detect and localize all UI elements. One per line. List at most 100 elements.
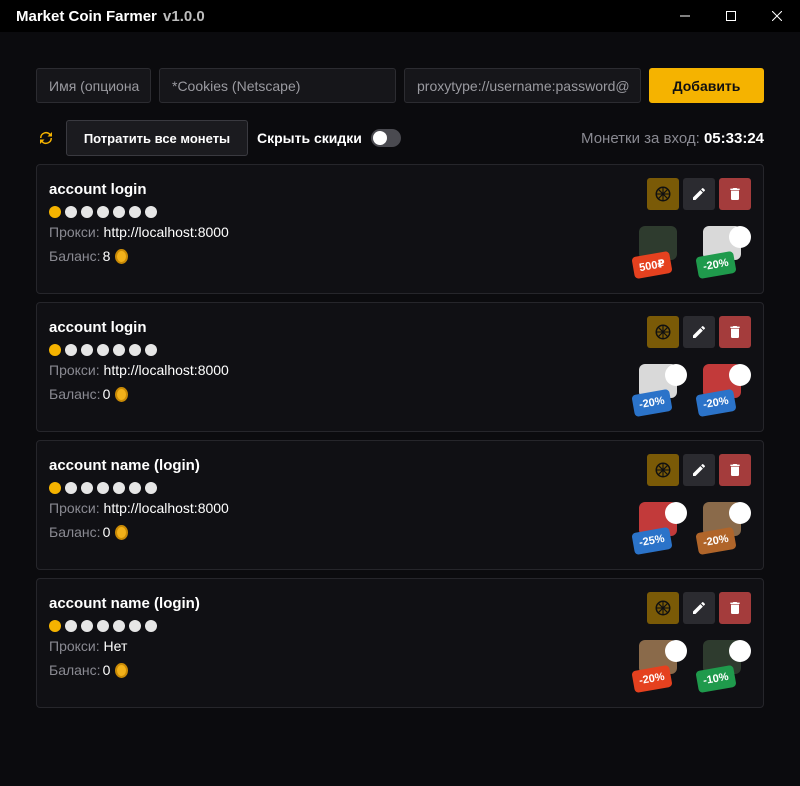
title-bar: Market Coin Farmer v1.0.0 [0, 0, 800, 32]
streak-dot [129, 344, 141, 356]
proxy-label: Прокси: [49, 638, 104, 654]
streak-dot [129, 620, 141, 632]
brand-logo [665, 502, 687, 524]
balance-line: Баланс: 0 [49, 662, 129, 678]
streak-dot [97, 344, 109, 356]
balance-label: Баланс: [49, 248, 101, 264]
hide-discounts-toggle[interactable] [370, 129, 401, 147]
streak-dot [129, 482, 141, 494]
toggle-knob [372, 131, 387, 145]
app-title-text: Market Coin Farmer [16, 7, 157, 25]
reward-thumbnail[interactable]: -25% [629, 498, 687, 556]
pencil-icon [693, 187, 705, 200]
brand-logo [729, 226, 751, 248]
reward-thumbnail[interactable]: 500₽ [629, 222, 687, 280]
account-name: account login [49, 319, 147, 336]
wheel-button[interactable] [647, 178, 679, 210]
proxy-value: Нет [103, 638, 128, 654]
brand-logo [729, 364, 751, 386]
reward-thumbnail[interactable]: -20% [629, 360, 687, 418]
cookies-input[interactable]: *Cookies (Netscape) [159, 68, 396, 103]
edit-button[interactable] [683, 178, 715, 210]
refresh-icon[interactable] [36, 128, 56, 148]
reward-thumbnail[interactable]: -20% [693, 222, 751, 280]
edit-button[interactable] [683, 592, 715, 624]
login-streak [49, 482, 161, 494]
reward-thumbnails: -25% -20% [623, 498, 751, 556]
streak-dot [113, 206, 125, 218]
balance-label: Баланс: [49, 662, 101, 678]
balance-line: Баланс: 8 [49, 248, 129, 264]
discount-tag: -20% [695, 388, 737, 418]
window-controls [662, 0, 800, 32]
card-actions [643, 178, 751, 210]
edit-button[interactable] [683, 454, 715, 486]
streak-dot [49, 344, 61, 356]
streak-dot [97, 206, 109, 218]
delete-button[interactable] [719, 592, 751, 624]
account-name: account name (login) [49, 457, 200, 474]
coins-timer-label: Монетки за вход: [581, 129, 700, 147]
proxy-value: http://localhost:8000 [103, 224, 229, 240]
close-icon [772, 11, 782, 21]
discount-tag: -20% [631, 664, 673, 694]
brand-logo [729, 640, 751, 662]
trash-icon [730, 188, 740, 200]
reward-thumbnail[interactable]: -20% [629, 636, 687, 694]
discount-tag: -10% [695, 664, 737, 694]
reward-thumbnail[interactable]: -10% [693, 636, 751, 694]
streak-dot [145, 620, 157, 632]
close-button[interactable] [754, 0, 800, 32]
wheel-button[interactable] [647, 454, 679, 486]
delete-button[interactable] [719, 316, 751, 348]
streak-dot [113, 482, 125, 494]
reward-thumbnail[interactable]: -20% [693, 498, 751, 556]
proxy-input[interactable]: proxytype://username:password@ [404, 68, 641, 103]
wheel-button[interactable] [647, 592, 679, 624]
balance-line: Баланс: 0 [49, 386, 129, 402]
card-actions [643, 592, 751, 624]
wheel-icon [655, 324, 671, 340]
balance-label: Баланс: [49, 524, 101, 540]
proxy-line: Прокси: Нет [49, 638, 127, 654]
wheel-icon [655, 600, 671, 616]
proxy-value: http://localhost:8000 [103, 362, 229, 378]
delete-button[interactable] [719, 454, 751, 486]
name-input[interactable]: Имя (опциона [36, 68, 151, 103]
coins-timer: Монетки за вход: 05:33:24 [581, 130, 764, 147]
reward-thumbnails: 500₽ -20% [623, 222, 751, 280]
proxy-line: Прокси: http://localhost:8000 [49, 500, 229, 516]
login-streak [49, 206, 161, 218]
streak-dot [97, 620, 109, 632]
balance-value: 0 [102, 386, 111, 402]
balance-line: Баланс: 0 [49, 524, 129, 540]
proxy-line: Прокси: http://localhost:8000 [49, 362, 229, 378]
login-streak [49, 620, 161, 632]
trash-icon [730, 326, 740, 338]
app-title: Market Coin Farmer v1.0.0 [16, 8, 205, 25]
streak-dot [145, 482, 157, 494]
coin-icon [115, 386, 129, 402]
reward-thumbnails: -20% -10% [623, 636, 751, 694]
proxy-value: http://localhost:8000 [103, 500, 229, 516]
proxy-line: Прокси: http://localhost:8000 [49, 224, 229, 240]
proxy-label: Прокси: [49, 362, 104, 378]
proxy-label: Прокси: [49, 500, 104, 516]
balance-value: 0 [102, 524, 111, 540]
discount-tag: -20% [695, 526, 737, 556]
minimize-button[interactable] [662, 0, 708, 32]
account-card: account name (login) Прокси: Нет Баланс:… [36, 578, 764, 708]
maximize-button[interactable] [708, 0, 754, 32]
pencil-icon [693, 325, 705, 338]
streak-dot [65, 206, 77, 218]
spend-all-coins-button[interactable]: Потратить все монеты [66, 120, 248, 156]
edit-button[interactable] [683, 316, 715, 348]
balance-value: 8 [102, 248, 111, 264]
discount-tag: -20% [631, 388, 673, 418]
streak-dot [81, 344, 93, 356]
delete-button[interactable] [719, 178, 751, 210]
reward-thumbnail[interactable]: -20% [693, 360, 751, 418]
wheel-button[interactable] [647, 316, 679, 348]
add-button[interactable]: Добавить [649, 68, 764, 103]
discount-tag: -20% [695, 250, 737, 280]
